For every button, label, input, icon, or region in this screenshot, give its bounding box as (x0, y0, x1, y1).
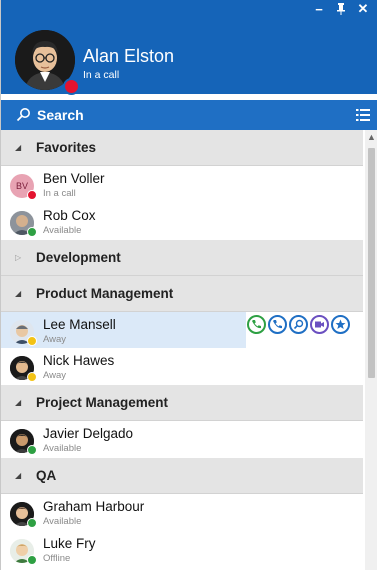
group-product-management[interactable]: ◢ Product Management (1, 276, 363, 312)
contact-actions (247, 315, 350, 334)
status-indicator (27, 336, 37, 346)
group-favorites[interactable]: ◢ Favorites (1, 130, 363, 166)
call-icon (252, 320, 261, 329)
contact-name: Graham Harbour (43, 499, 145, 514)
avatar-initials: BV (15, 181, 28, 191)
search-icon (16, 108, 30, 122)
contact-name: Ben Voller (43, 171, 105, 186)
user-status-text[interactable]: In a call (83, 69, 119, 81)
video-button[interactable] (310, 315, 329, 334)
search-label: Search (37, 107, 84, 123)
transfer-button[interactable] (268, 315, 287, 334)
contact-name: Javier Delgado (43, 426, 134, 441)
status-indicator (27, 518, 37, 528)
contact-list: ◢ Favorites BV Ben Voller In a call Rob … (1, 130, 363, 570)
header: − ✕ Alan Elston In a call (1, 0, 377, 95)
scrollbar-thumb[interactable] (368, 148, 375, 378)
group-label: Favorites (36, 140, 97, 155)
expanded-arrow-icon: ◢ (15, 398, 22, 407)
call-button[interactable] (247, 315, 266, 334)
status-indicator (27, 190, 37, 200)
search-bar[interactable]: Search (1, 100, 377, 130)
close-button[interactable]: ✕ (352, 0, 374, 18)
search-user-icon (293, 319, 304, 330)
window-controls: − ✕ (308, 0, 374, 18)
group-label: Project Management (36, 395, 169, 410)
scroll-up-arrow-icon[interactable]: ▲ (365, 130, 377, 144)
contact-status: Offline (43, 553, 71, 564)
contact-status: Away (43, 334, 67, 345)
transfer-icon (273, 320, 282, 329)
favorite-star-icon (335, 319, 346, 329)
pin-icon (337, 3, 345, 15)
group-project-management[interactable]: ◢ Project Management (1, 385, 363, 421)
contact-name: Nick Hawes (43, 353, 115, 368)
presence-window: − ✕ Alan Elston In a call Search ◢ Favor… (0, 0, 377, 570)
contact-lee-mansell[interactable]: Lee Mansell Away (1, 312, 246, 349)
user-status-indicator (63, 78, 80, 95)
list-menu-icon[interactable] (356, 108, 370, 122)
status-indicator (27, 372, 37, 382)
group-label: Development (36, 250, 121, 265)
contact-luke-fry[interactable]: Luke Fry Offline (1, 531, 363, 568)
contact-nick-hawes[interactable]: Nick Hawes Away (1, 348, 363, 385)
expanded-arrow-icon: ◢ (15, 471, 22, 480)
group-label: QA (36, 468, 57, 483)
vertical-scrollbar[interactable]: ▲ (365, 130, 377, 570)
favorite-button[interactable] (331, 315, 350, 334)
contact-status: Away (43, 370, 67, 381)
video-icon (315, 321, 324, 328)
contact-status: Available (43, 516, 82, 527)
group-label: Product Management (36, 286, 174, 301)
contact-ben-voller[interactable]: BV Ben Voller In a call (1, 166, 363, 203)
contact-name: Luke Fry (43, 536, 96, 551)
contact-name: Rob Cox (43, 208, 96, 223)
pin-button[interactable] (330, 0, 352, 18)
collapsed-arrow-icon: ▷ (15, 253, 22, 262)
status-indicator (27, 555, 37, 565)
contact-javier-delgado[interactable]: Javier Delgado Available (1, 421, 363, 458)
group-development[interactable]: ▷ Development (1, 240, 363, 276)
minimize-button[interactable]: − (308, 0, 330, 18)
search-user-button[interactable] (289, 315, 308, 334)
expanded-arrow-icon: ◢ (15, 289, 22, 298)
contact-status: In a call (43, 188, 76, 199)
contact-status: Available (43, 443, 82, 454)
status-indicator (27, 227, 37, 237)
group-qa[interactable]: ◢ QA (1, 458, 363, 494)
contact-graham-harbour[interactable]: Graham Harbour Available (1, 494, 363, 531)
contact-status: Available (43, 225, 82, 236)
contact-name: Lee Mansell (43, 317, 116, 332)
status-indicator (27, 445, 37, 455)
contact-rob-cox[interactable]: Rob Cox Available (1, 203, 363, 240)
user-name: Alan Elston (83, 46, 175, 66)
expanded-arrow-icon: ◢ (15, 143, 22, 152)
